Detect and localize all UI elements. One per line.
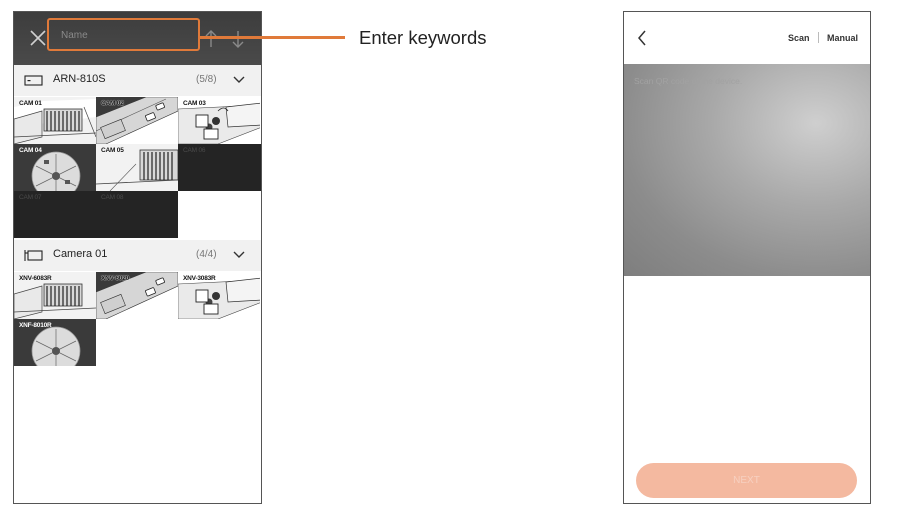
qr-scanner-view[interactable]: Scan QR code of the device. xyxy=(624,64,870,276)
camera-label: CAM 04 xyxy=(19,147,42,154)
group-count: (4/4) xyxy=(196,249,217,260)
tab-divider xyxy=(818,32,819,43)
group-count: (5/8) xyxy=(196,74,217,85)
chevron-down-icon[interactable] xyxy=(233,75,245,85)
camera-tile[interactable]: XNF-8010R xyxy=(14,319,96,366)
camera-tile[interactable]: XNV-6083R xyxy=(14,272,96,319)
scan-instruction: Scan QR code of the device. xyxy=(634,76,743,86)
camera-device-icon xyxy=(24,250,43,261)
back-arrow-icon[interactable] xyxy=(636,29,648,47)
search-box[interactable] xyxy=(47,18,200,51)
camera-label: CAM 06 xyxy=(183,147,206,154)
arrow-up-icon[interactable] xyxy=(204,29,218,49)
callout-line xyxy=(199,36,345,39)
camera-tile[interactable]: CAM 07 xyxy=(14,191,96,238)
register-device-screen: Scan Manual Scan QR code of the device. … xyxy=(623,11,871,504)
tab-manual[interactable]: Manual xyxy=(827,33,858,43)
group-name: Camera 01 xyxy=(53,248,108,260)
camera-list-screen: ARN-810S (5/8) xyxy=(13,11,262,504)
group-header-camera[interactable]: Camera 01 (4/4) xyxy=(14,240,261,271)
camera-tile[interactable]: CAM 05 xyxy=(96,144,178,191)
camera-tile[interactable]: CAM 06 xyxy=(178,144,261,191)
camera-label: XNV-3083R xyxy=(183,275,216,282)
camera-label: CAM 01 xyxy=(19,100,42,107)
camera-tile[interactable]: CAM 08 xyxy=(96,191,178,238)
camera-label: CAM 08 xyxy=(101,194,124,201)
camera-label: CAM 03 xyxy=(183,100,206,107)
camera-label: XNF-8010R xyxy=(19,322,52,329)
camera-tile[interactable]: CAM 02 xyxy=(96,97,178,144)
camera-label: XNV-6083R xyxy=(19,275,52,282)
search-input[interactable] xyxy=(61,28,191,42)
camera-label: XNV-6020 xyxy=(101,275,130,282)
camera-label: CAM 02 xyxy=(101,100,124,107)
group-name: ARN-810S xyxy=(53,73,106,85)
tab-scan[interactable]: Scan xyxy=(788,33,810,43)
camera-tile[interactable]: CAM 04 xyxy=(14,144,96,191)
callout-label: Enter keywords xyxy=(359,27,487,48)
camera-label: CAM 07 xyxy=(19,194,42,201)
camera-tile[interactable]: CAM 01 xyxy=(14,97,96,144)
arrow-down-icon[interactable] xyxy=(231,29,245,49)
camera-tile[interactable]: CAM 03 xyxy=(178,97,260,144)
camera-label: CAM 05 xyxy=(101,147,124,154)
search-header xyxy=(14,12,261,65)
next-button[interactable]: NEXT xyxy=(636,463,857,498)
nvr-device-icon xyxy=(24,75,43,86)
camera-tile[interactable]: XNV-6020 xyxy=(96,272,178,319)
close-icon[interactable] xyxy=(28,28,48,48)
camera-tile[interactable]: XNV-3083R xyxy=(178,272,260,319)
group-header-nvr[interactable]: ARN-810S (5/8) xyxy=(14,65,261,96)
chevron-down-icon[interactable] xyxy=(233,250,245,260)
